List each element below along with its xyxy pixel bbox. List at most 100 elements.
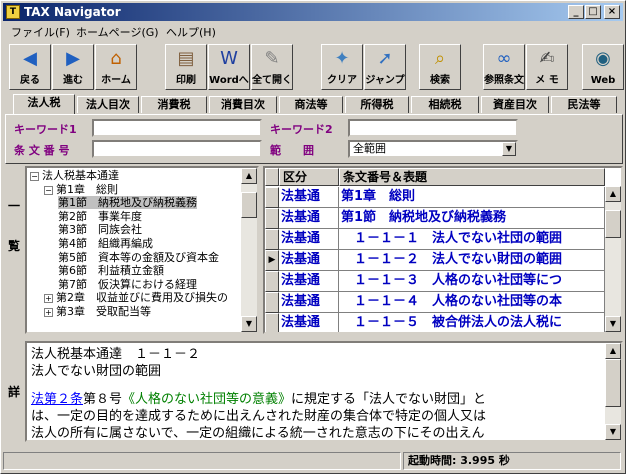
eraser-button[interactable]: ✦ クリア — [321, 44, 363, 90]
grid-cell-title[interactable]: １－１－１ 法人でない社団の範囲 — [339, 229, 605, 250]
detail-side-label: 詳 — [6, 341, 22, 441]
grid-cell-kubun[interactable]: 法基通 — [279, 229, 339, 250]
row-indicator[interactable] — [265, 313, 279, 332]
scroll-up-icon[interactable]: ▲ — [241, 168, 257, 184]
tab-1[interactable]: 法人税 — [13, 94, 75, 114]
detail-pane[interactable]: 法人税基本通達 １－１－２ 法人でない財団の範囲 法第２条第８号《人格のない社団… — [25, 341, 623, 442]
forward-button[interactable]: ▶ 進む — [52, 44, 94, 90]
tab-6[interactable]: 所得税 — [345, 96, 409, 113]
grid-cell-title[interactable]: １－１－３ 人格のない社団等につ — [339, 271, 605, 292]
grid-cell-title[interactable]: １－１－４ 人格のない社団等の本 — [339, 292, 605, 313]
chevron-down-icon[interactable]: ▼ — [502, 142, 516, 156]
tab-3[interactable]: 消費税 — [141, 96, 207, 113]
window-title: TAX Navigator — [24, 5, 121, 19]
scroll-down-icon[interactable]: ▼ — [605, 316, 621, 332]
tree-node[interactable]: 第1節 納税地及び納税義務 — [58, 196, 197, 210]
magnifier-button[interactable]: ⌕ 検索 — [419, 44, 461, 90]
memo-button[interactable]: ✍ メ モ — [526, 44, 568, 90]
reference-button[interactable]: ∞ 参照条文 — [483, 44, 525, 90]
tab-8[interactable]: 資産目次 — [481, 96, 549, 113]
result-grid[interactable]: 区分 条文番号＆表題 ▲ ▼ 法基通 第1章 総則 法基通 第1節 納税地及び納税義務… — [263, 166, 623, 334]
maximize-button[interactable]: □ — [585, 5, 601, 19]
word-button[interactable]: W Wordへ — [208, 44, 250, 90]
grid-cell-title[interactable]: １－１－５ 被合併法人の法人税に — [339, 313, 605, 332]
grid-cell-kubun[interactable]: 法基通 — [279, 187, 339, 208]
menu-file[interactable]: ファイル(F) — [11, 24, 70, 40]
printer-button[interactable]: ▤ 印刷 — [165, 44, 207, 90]
grid-cell-kubun[interactable]: 法基通 — [279, 208, 339, 229]
tree-node[interactable]: + 第3章 受取配当等 — [44, 305, 151, 318]
expand-icon[interactable]: + — [44, 308, 53, 317]
range-select[interactable]: 全範囲 ▼ — [348, 140, 518, 158]
grid-cell-title[interactable]: １－１－２ 法人でない財団の範囲 — [339, 250, 605, 271]
home-button[interactable]: ⌂ ホーム — [95, 44, 137, 90]
toolbar-button-label: 全て開く — [252, 75, 292, 86]
grid-scrollbar[interactable]: ▲ ▼ — [605, 186, 621, 332]
row-indicator[interactable] — [265, 208, 279, 229]
article-number-input[interactable] — [92, 140, 262, 158]
scroll-up-icon[interactable]: ▲ — [605, 186, 621, 202]
menu-help[interactable]: ヘルプ(H) — [166, 24, 216, 40]
tree-node-label: 法人税基本通達 — [42, 169, 119, 182]
tab-5[interactable]: 商法等 — [279, 96, 343, 113]
row-indicator[interactable] — [265, 229, 279, 250]
grid-header-kubun[interactable]: 区分 — [279, 168, 339, 186]
collapse-icon[interactable]: − — [30, 172, 39, 181]
scroll-thumb[interactable] — [241, 192, 257, 218]
keyword2-input[interactable] — [348, 119, 518, 137]
tree-node-label: 第7節 仮決算における経理 — [58, 277, 197, 291]
expand-icon[interactable]: + — [44, 294, 53, 304]
jump-button[interactable]: ➚ ジャンプ — [364, 44, 406, 90]
detail-scrollbar[interactable]: ▲ ▼ — [605, 343, 621, 440]
row-indicator[interactable]: ▶ — [265, 250, 279, 271]
minimize-button[interactable]: _ — [568, 5, 584, 19]
grid-cell-kubun[interactable]: 法基通 — [279, 271, 339, 292]
law-article-link[interactable]: 法第２条 — [31, 392, 83, 407]
globe-button[interactable]: ◉ Web — [582, 44, 624, 90]
grid-cell-title[interactable]: 第1節 納税地及び納税義務 — [339, 208, 605, 229]
tree-node[interactable]: 第7節 仮決算における経理 — [58, 278, 197, 291]
scroll-thumb[interactable] — [605, 210, 621, 238]
scroll-down-icon[interactable]: ▼ — [605, 424, 621, 440]
tree-node[interactable]: 第3節 同族会社 — [58, 223, 142, 236]
scroll-down-icon[interactable]: ▼ — [241, 316, 257, 332]
grid-cell-kubun[interactable]: 法基通 — [279, 292, 339, 313]
tree-node[interactable]: + 第2章 収益並びに費用及び損失の — [44, 291, 228, 304]
scroll-thumb[interactable] — [605, 359, 621, 407]
tab-9[interactable]: 民法等 — [551, 96, 617, 113]
tree-node[interactable]: 第6節 利益積立金額 — [58, 264, 164, 277]
tree-scrollbar[interactable]: ▲ ▼ — [241, 168, 257, 332]
toolbar-button-label: クリア — [327, 75, 357, 86]
open-all-button[interactable]: ✎ 全て開く — [251, 44, 293, 90]
grid-header-title[interactable]: 条文番号＆表題 — [339, 168, 605, 186]
grid-cell-kubun[interactable]: 法基通 — [279, 313, 339, 332]
tab-2[interactable]: 法人目次 — [77, 96, 139, 113]
toc-tree[interactable]: + 第3章 受取配当等 + 第2章 収益並びに費用及び損失の 第7節 仮決算における経理… — [25, 166, 259, 334]
grid-corner — [265, 168, 279, 186]
menu-homepage[interactable]: ホームページ(G) — [76, 24, 159, 40]
scroll-up-icon[interactable]: ▲ — [605, 343, 621, 359]
tree-node[interactable]: 第2節 事業年度 — [58, 210, 142, 223]
tree-node[interactable]: − 第1章 総則 — [44, 183, 118, 196]
grid-cell-kubun[interactable]: 法基通 — [279, 250, 339, 271]
keyword1-input[interactable] — [92, 119, 262, 137]
row-indicator[interactable] — [265, 271, 279, 292]
tab-4[interactable]: 消費目次 — [209, 96, 277, 113]
tab-7[interactable]: 相続税 — [411, 96, 479, 113]
grid-cell-title[interactable]: 第1章 総則 — [339, 187, 605, 208]
back-button[interactable]: ◀ 戻る — [9, 44, 51, 90]
row-indicator[interactable] — [265, 292, 279, 313]
tree-node-label: 第2節 事業年度 — [58, 209, 142, 223]
row-indicator[interactable] — [265, 187, 279, 208]
jump-icon: ➚ — [377, 48, 393, 69]
definition-link[interactable]: 《人格のない社団等の意義》 — [122, 392, 291, 407]
close-button[interactable]: × — [604, 5, 620, 19]
tree-node[interactable]: − 法人税基本通達 — [30, 169, 119, 182]
tree-node-label: 第6節 利益積立金額 — [58, 264, 164, 278]
tree-node-label: 第2章 収益並びに費用及び損失の — [56, 291, 228, 305]
tree-node[interactable]: 第5節 資本等の金額及び資本金 — [58, 251, 219, 264]
title-bar[interactable]: T TAX Navigator _ □ × — [3, 3, 623, 21]
toolbar-button-label: ホーム — [101, 75, 131, 86]
collapse-icon[interactable]: − — [44, 185, 53, 195]
tree-node[interactable]: 第4節 組織再編成 — [58, 237, 153, 250]
